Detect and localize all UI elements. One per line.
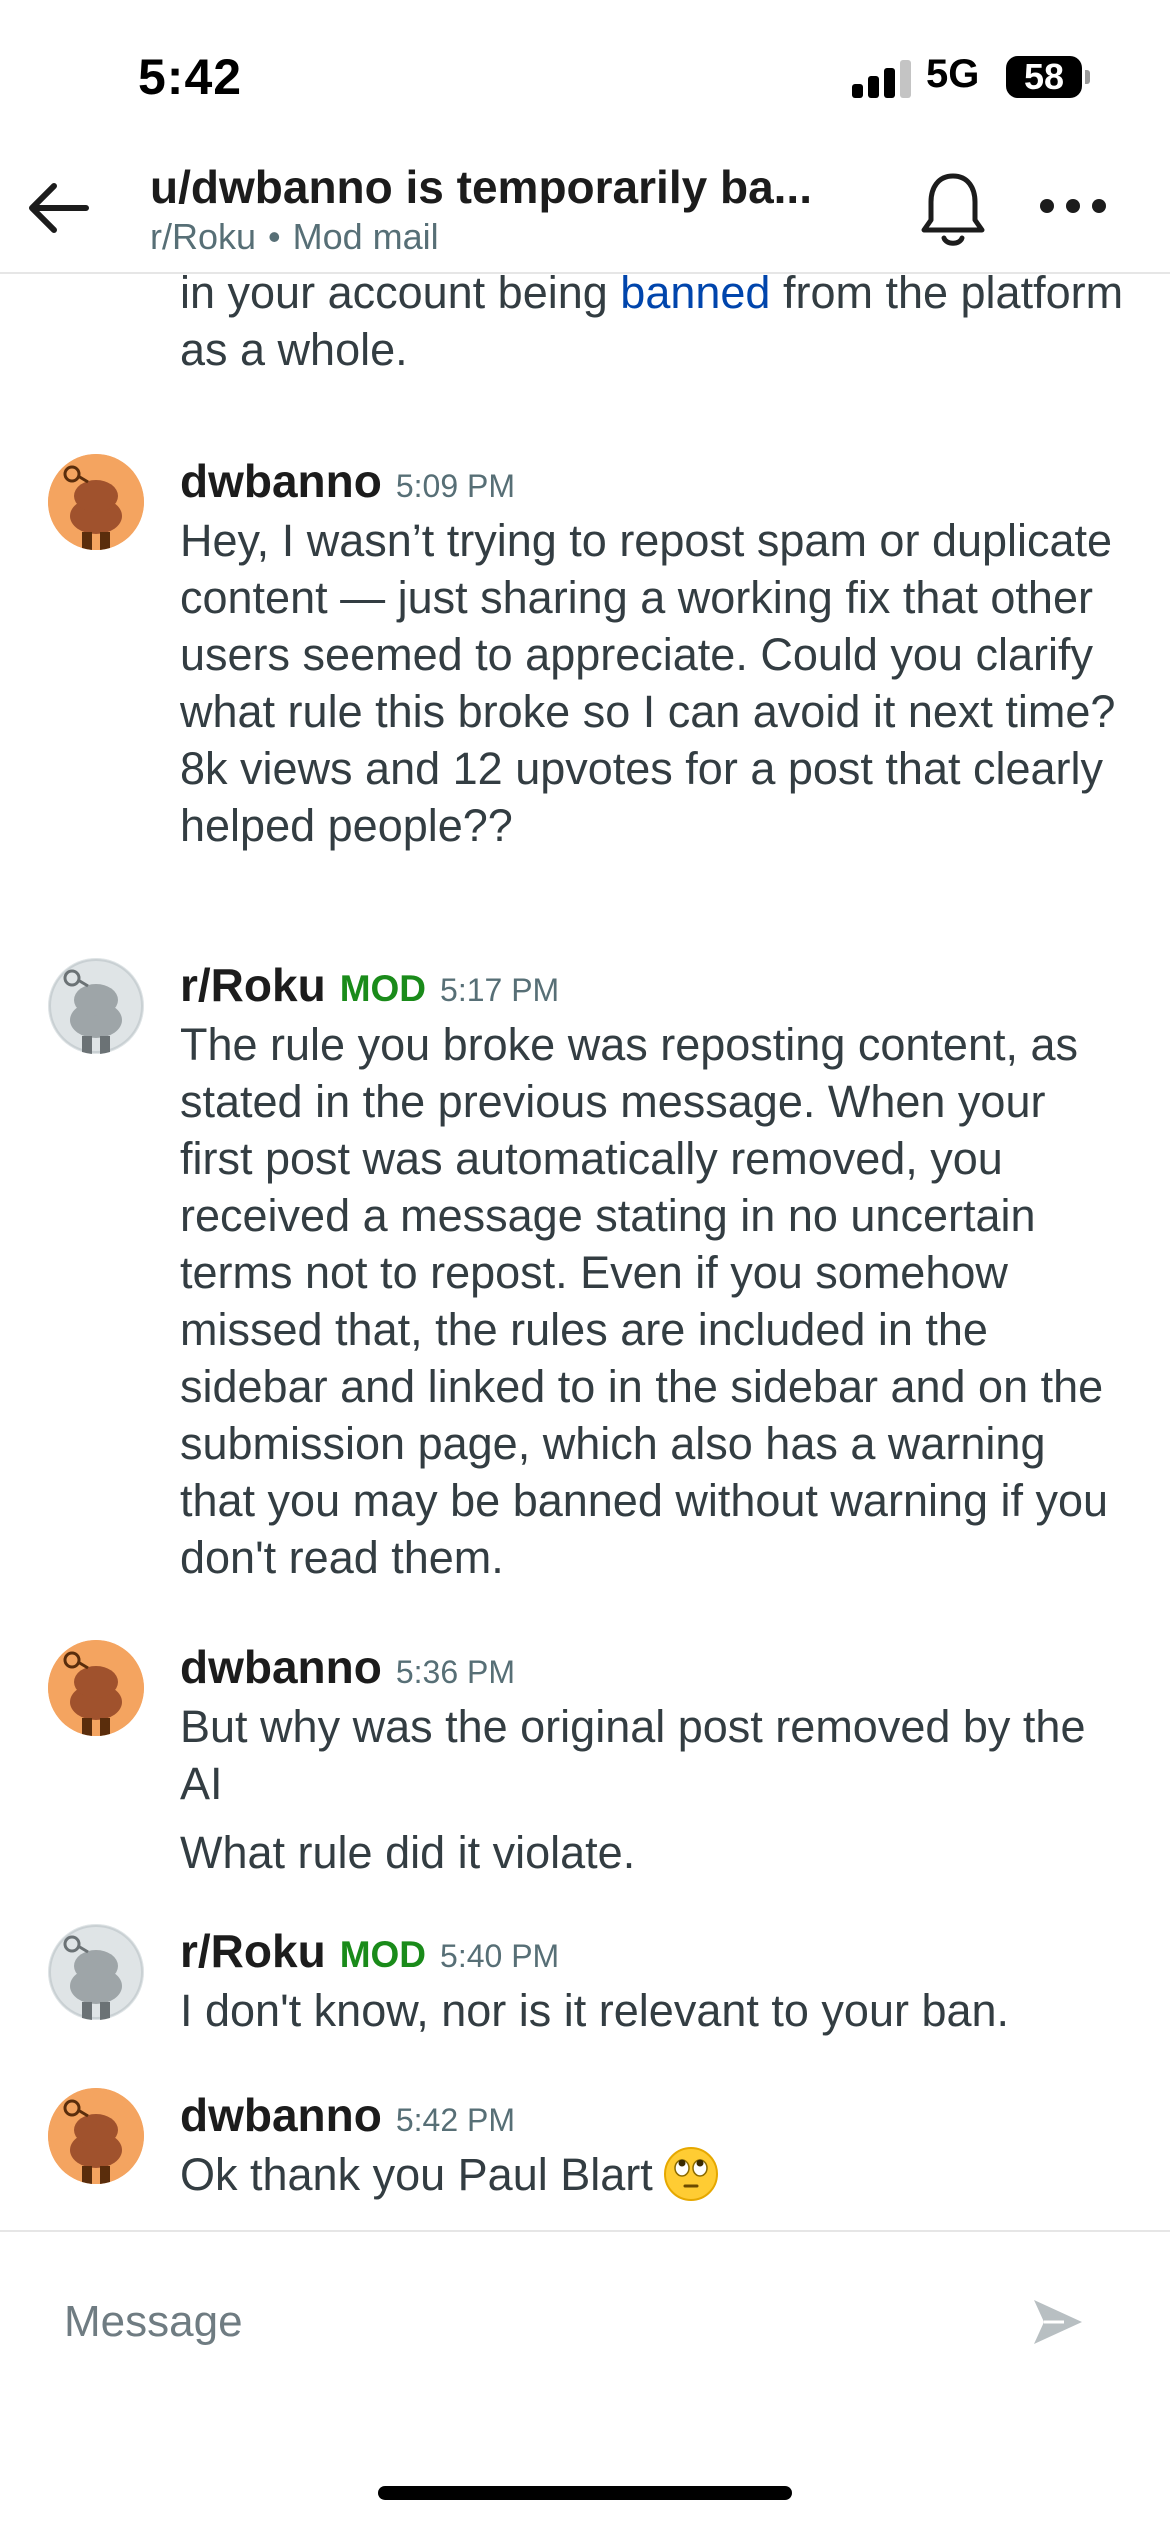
notifications-button[interactable] (916, 170, 990, 250)
message-header: dwbanno 5:36 PM (180, 1640, 515, 1694)
message-time: 5:42 PM (395, 2102, 516, 2138)
more-dot (1066, 199, 1080, 213)
message-body: I don't know, nor is it relevant to your… (180, 1982, 1130, 2039)
message-paragraph: What rule did it violate. (180, 1827, 636, 1878)
partial-message-body: in your account being banned from the pl… (180, 274, 1130, 378)
message-input[interactable] (40, 2272, 1000, 2372)
message-time: 5:40 PM (440, 1938, 560, 1974)
separator: • (268, 216, 281, 257)
message-paragraph: But why was the original post removed by… (180, 1701, 1086, 1809)
battery-cap (1085, 70, 1090, 84)
author-name[interactable]: dwbanno (180, 1640, 382, 1694)
message-paragraph: The rule you broke was reposting content… (180, 1019, 1109, 1583)
mod-badge: MOD (339, 968, 427, 1009)
partial-text-before: in your account being (180, 274, 621, 318)
message-paragraph: Hey, I wasn’t trying to repost spam or d… (180, 515, 1116, 851)
message-text: Ok thank you Paul Blart (180, 2149, 653, 2200)
home-indicator (378, 2486, 792, 2500)
message-header: r/Roku MOD 5:17 PM (180, 958, 559, 1012)
author-name[interactable]: dwbanno (180, 454, 382, 508)
battery-level: 58 (1023, 56, 1065, 97)
message-header: dwbanno 5:42 PM (180, 2088, 515, 2142)
mod-avatar[interactable] (48, 958, 144, 1054)
more-options-button[interactable] (1040, 186, 1106, 226)
status-bar: 5:42 5G 58 (0, 0, 1170, 150)
more-dot (1092, 199, 1106, 213)
author-name[interactable]: dwbanno (180, 2088, 382, 2142)
more-horizontal-icon (1040, 199, 1054, 213)
snoo-orange-avatar-icon (48, 2088, 144, 2184)
author-name[interactable]: r/Roku (180, 958, 326, 1012)
mod-badge: MOD (339, 1934, 427, 1975)
user-avatar[interactable] (48, 1640, 144, 1736)
author-name[interactable]: r/Roku (180, 1924, 326, 1978)
cellular-signal-icon (852, 58, 912, 98)
conversation-header: u/dwbanno is temporarily ba... r/Roku • Mo… (0, 150, 1170, 274)
banned-link[interactable]: banned (620, 274, 770, 318)
snoo-gray-avatar-icon (48, 1924, 144, 2020)
message-thread[interactable]: in your account being banned from the pl… (0, 274, 1170, 2230)
battery-icon: 58 (1006, 56, 1082, 98)
network-type: 5G (926, 52, 980, 96)
conversation-title: u/dwbanno is temporarily ba... (150, 161, 812, 213)
subreddit-link[interactable]: r/Roku (150, 216, 256, 257)
user-avatar[interactable] (48, 2088, 144, 2184)
status-time: 5:42 (138, 49, 243, 105)
message-time: 5:09 PM (395, 468, 516, 504)
message-body: Hey, I wasn’t trying to repost spam or d… (180, 512, 1130, 854)
user-avatar[interactable] (48, 454, 144, 550)
mod-avatar[interactable] (48, 1924, 144, 2020)
message-time: 5:36 PM (395, 1654, 516, 1690)
snoo-orange-avatar-icon (48, 454, 144, 550)
back-button[interactable] (24, 172, 96, 244)
message-body: Ok thank you Paul Blart (180, 2146, 1130, 2203)
section-label: Mod mail (292, 216, 439, 257)
message-time: 5:17 PM (440, 972, 560, 1008)
message-header: r/Roku MOD 5:40 PM (180, 1924, 559, 1978)
send-icon (1034, 2300, 1082, 2344)
message-header: dwbanno 5:09 PM (180, 454, 515, 508)
message-paragraph: Ok thank you Paul Blart (180, 2146, 1130, 2203)
snoo-gray-avatar-icon (48, 958, 144, 1054)
message-body: But why was the original post removed by… (180, 1698, 1130, 1881)
conversation-subtitle: r/Roku • Mod mail (150, 216, 439, 258)
message-body: The rule you broke was reposting content… (180, 1016, 1130, 1586)
snoo-orange-avatar-icon (48, 1640, 144, 1736)
bell-icon (921, 173, 985, 246)
message-paragraph: I don't know, nor is it relevant to your… (180, 1985, 1010, 2036)
arrow-left-icon (29, 183, 89, 233)
send-button[interactable] (1028, 2292, 1088, 2352)
face-with-rolling-eyes-emoji-icon (663, 2147, 718, 2201)
